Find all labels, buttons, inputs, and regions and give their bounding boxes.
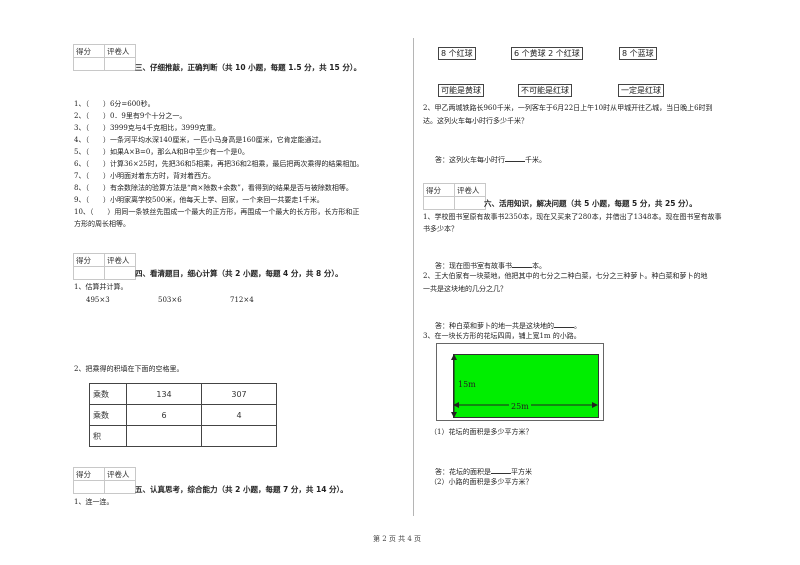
section5-title: 五、认真思考，综合能力（共 2 小题，每题 7 分，共 14 分）。 xyxy=(135,485,348,494)
score-cell[interactable] xyxy=(73,57,105,71)
judge-item-6: 6、（ ）计算36×25时，先把36和5相乘，再把36和2相乘，最后把两次乘得的… xyxy=(74,160,364,168)
calc-3: 712×4 xyxy=(230,296,254,304)
section3-items: 1、（ ）6分=600秒。 2、（ ）0．9里有9个十分之一。 3、（ ）399… xyxy=(74,100,363,229)
calc-1: 495×3 xyxy=(86,296,110,304)
judge-item-1: 1、（ ）6分=600秒。 xyxy=(74,100,155,108)
grader-cell[interactable] xyxy=(104,480,136,494)
table-row: 乘数 6 4 xyxy=(89,404,277,426)
judge-item-7: 7、（ ）小明面对着东方时，背对着西方。 xyxy=(74,172,215,180)
right-q2-line2: 达。这列火车每小时行多少千米？ xyxy=(423,117,528,125)
s6-q3-answer1: 答：花坛的面积是 平方米 xyxy=(435,466,532,477)
answer-suffix: 。 xyxy=(574,322,581,330)
answer-prefix: 答：种白菜和萝卜的地一共是这块地的 xyxy=(435,322,554,330)
s6-q3: 3、在一块长方形的花坛四周，铺上宽1m 的小路。 xyxy=(423,332,581,340)
section3-title: 三、仔细推敲，正确判断（共 10 小题，每题 1.5 分，共 15 分）。 xyxy=(135,63,362,72)
page-number: 第 2 页 共 4 页 xyxy=(373,535,422,543)
judge-item-9: 9、（ ）小明家离学校500米，他每天上学、回家，一个来回一共要走1千米。 xyxy=(74,196,324,204)
section4-title: 四、看清题目，细心计算（共 2 小题，每题 4 分，共 8 分）。 xyxy=(135,269,343,278)
judge-item-2: 2、（ ）0．9里有9个十分之一。 xyxy=(74,112,187,120)
judge-item-5: 5、（ ）如果A×B=0，那么A和B中至少有一个是0。 xyxy=(74,148,249,156)
score-table-section5: 得分 评卷人 xyxy=(73,467,136,494)
grader-label: 评卷人 xyxy=(454,183,486,197)
match-top-2[interactable]: 6 个黄球 2 个红球 xyxy=(511,47,583,60)
score-table-section4: 得分 评卷人 xyxy=(73,253,136,280)
grader-cell[interactable] xyxy=(454,196,486,210)
answer-cell[interactable] xyxy=(126,425,202,447)
column-divider xyxy=(413,38,414,516)
answer-blank[interactable] xyxy=(491,466,511,474)
table-cell: 4 xyxy=(201,404,277,426)
judge-item-3: 3、（ ）3999克与4千克相比，3999克重。 xyxy=(74,124,221,132)
score-table-section3: 得分 评卷人 xyxy=(73,44,136,71)
table-cell: 6 xyxy=(126,404,202,426)
row-label: 乘数 xyxy=(89,383,127,405)
answer-blank[interactable] xyxy=(554,320,574,328)
grader-cell[interactable] xyxy=(104,266,136,280)
height-label: 15m xyxy=(458,380,476,389)
answer-prefix: 答：这列火车每小时行 xyxy=(435,156,505,164)
match-bottom-2[interactable]: 不可能是红球 xyxy=(518,84,572,97)
flowerbed-figure: 15m 25m xyxy=(436,343,604,421)
score-label: 得分 xyxy=(423,183,455,197)
section4-q1: 1、估算并计算。 xyxy=(74,283,128,291)
match-top-3[interactable]: 8 个蓝球 xyxy=(619,47,657,60)
answer-prefix: 答：花坛的面积是 xyxy=(435,468,491,476)
match-bottom-3[interactable]: 一定是红球 xyxy=(618,84,664,97)
answer-blank[interactable] xyxy=(512,260,532,268)
judge-item-10: 10、（ ）用同一条铁丝先围成一个最大的正方形，再围成一个最大的长方形，长方形和… xyxy=(74,208,360,216)
score-cell[interactable] xyxy=(423,196,455,210)
match-top-1[interactable]: 8 个红球 xyxy=(438,47,476,60)
table-row: 乘数 134 307 xyxy=(89,383,277,405)
score-table-section6: 得分 评卷人 xyxy=(423,183,486,210)
row-label: 积 xyxy=(89,425,127,447)
s6-q2-line2: 一共是这块地的几分之几？ xyxy=(423,285,507,293)
arrow-head-up xyxy=(451,354,457,360)
calc-2: 503×6 xyxy=(158,296,182,304)
answer-prefix: 答：现在图书室有故事书 xyxy=(435,262,512,270)
score-label: 得分 xyxy=(73,253,105,267)
s6-q2-line1: 2、王大伯家有一块菜地，他把其中的七分之二种白菜，七分之三种萝卜。种白菜和萝卜的… xyxy=(423,272,708,280)
right-q2-answer: 答：这列火车每小时行 千米。 xyxy=(435,154,546,165)
s6-q2-answer: 答：种白菜和萝卜的地一共是这块地的 。 xyxy=(435,320,581,331)
answer-suffix: 平方米 xyxy=(511,468,532,476)
s6-q1-line1: 1、学校图书室原有故事书2350本，现在又买来了280本，并借出了1348本。现… xyxy=(423,213,722,221)
grader-label: 评卷人 xyxy=(104,467,136,481)
section6-title: 六、活用知识，解决问题（共 5 小题，每题 5 分，共 25 分）。 xyxy=(484,199,697,208)
row-label: 乘数 xyxy=(89,404,127,426)
answer-cell[interactable] xyxy=(201,425,277,447)
s6-q1-line2: 书多少本？ xyxy=(423,225,458,233)
width-label: 25m xyxy=(509,402,531,411)
table-cell: 134 xyxy=(126,383,202,405)
section4-q2: 2、把乘得的积填在下面的空格里。 xyxy=(74,365,184,373)
grader-cell[interactable] xyxy=(104,57,136,71)
answer-suffix: 本。 xyxy=(532,262,546,270)
s6-q3-sub2: （2）小路的面积是多少平方米？ xyxy=(430,478,533,486)
grader-label: 评卷人 xyxy=(104,253,136,267)
multiplication-table: 乘数 134 307 乘数 6 4 积 xyxy=(89,383,277,447)
grader-label: 评卷人 xyxy=(104,44,136,58)
score-cell[interactable] xyxy=(73,266,105,280)
score-label: 得分 xyxy=(73,44,105,58)
s6-q3-sub1: （1）花坛的面积是多少平方米？ xyxy=(430,428,533,436)
table-row: 积 xyxy=(89,425,277,447)
right-q2-line1: 2、甲乙两城铁路长960千米，一列客车于6月22日上午10时从甲城开往乙城，当日… xyxy=(423,104,713,112)
table-cell: 307 xyxy=(201,383,277,405)
section5-q1: 1、连一连。 xyxy=(74,498,114,506)
match-bottom-1[interactable]: 可能是黄球 xyxy=(438,84,484,97)
arrow-head-down xyxy=(451,412,457,418)
score-label: 得分 xyxy=(73,467,105,481)
score-cell[interactable] xyxy=(73,480,105,494)
answer-blank[interactable] xyxy=(505,154,525,162)
answer-suffix: 千米。 xyxy=(525,156,546,164)
arrow-head-right xyxy=(592,402,598,408)
judge-item-4: 4、（ ）一条河平均水深140厘米，一匹小马身高是160厘米，它肯定能通过。 xyxy=(74,136,326,144)
s6-q1-answer: 答：现在图书室有故事书 本。 xyxy=(435,260,546,271)
judge-item-8: 8、（ ）有余数除法的验算方法是“商×除数+余数”，看得到的结果是否与被除数相等… xyxy=(74,184,353,192)
judge-item-10-cont: 方形的周长相等。 xyxy=(74,220,130,228)
